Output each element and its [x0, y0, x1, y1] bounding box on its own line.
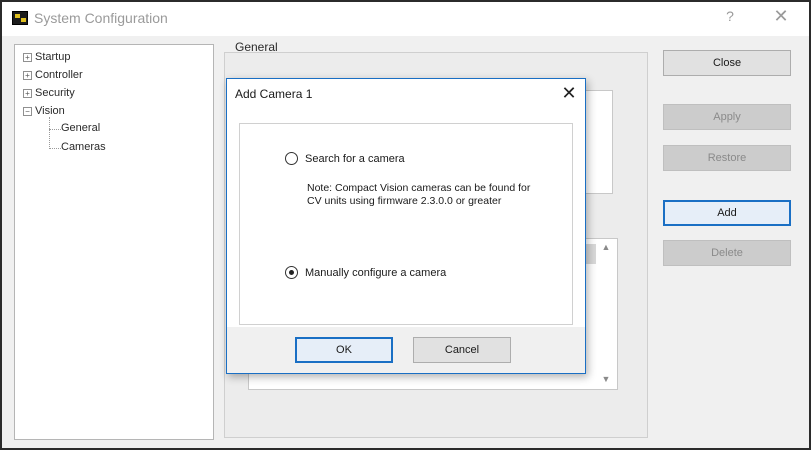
expand-icon[interactable]: +: [23, 53, 32, 62]
apply-button[interactable]: Apply: [663, 104, 791, 130]
group-label-general: General: [235, 40, 278, 54]
tree-connector: [49, 148, 61, 149]
tree-item-label: Cameras: [61, 141, 106, 153]
help-button[interactable]: ?: [720, 8, 740, 28]
tree-connector: [49, 117, 50, 149]
background-field: [583, 90, 613, 194]
tree-item-startup[interactable]: + Startup: [23, 51, 70, 63]
dialog-close-button[interactable]: ✕: [557, 81, 581, 105]
app-icon: [12, 11, 28, 25]
tree-item-controller[interactable]: + Controller: [23, 69, 83, 81]
settings-tree: + Startup + Controller + Security − Vision G…: [14, 44, 214, 440]
tree-connector: [49, 129, 61, 130]
tree-item-vision[interactable]: − Vision: [23, 105, 65, 117]
dialog-footer: [227, 327, 585, 373]
radio-search-camera[interactable]: Search for a camera: [285, 152, 405, 165]
window-close-button[interactable]: ✕: [770, 6, 792, 28]
ok-button[interactable]: OK: [295, 337, 393, 363]
radio-label: Search for a camera: [305, 152, 405, 165]
radio-manual-configure[interactable]: Manually configure a camera: [285, 266, 446, 279]
title-bar: System Configuration ? ✕: [2, 2, 809, 36]
expand-icon[interactable]: +: [23, 71, 32, 80]
tree-item-label: Security: [35, 87, 75, 99]
collapse-icon[interactable]: −: [23, 107, 32, 116]
close-button[interactable]: Close: [663, 50, 791, 76]
window-title: System Configuration: [34, 10, 168, 26]
tree-item-label: General: [61, 122, 101, 134]
firmware-note: Note: Compact Vision cameras can be foun…: [307, 182, 531, 207]
add-button[interactable]: Add: [663, 200, 791, 226]
delete-button[interactable]: Delete: [663, 240, 791, 266]
tree-item-general[interactable]: General: [61, 122, 100, 134]
add-camera-dialog: Add Camera 1 ✕ Search for a camera Note:…: [226, 78, 586, 374]
restore-button[interactable]: Restore: [663, 145, 791, 171]
scroll-down-icon[interactable]: ▼: [599, 374, 613, 386]
radio-label: Manually configure a camera: [305, 266, 447, 279]
system-configuration-window: System Configuration ? ✕ + Startup + Contr…: [0, 0, 811, 450]
cancel-button[interactable]: Cancel: [413, 337, 511, 363]
tree-item-label: Vision: [35, 105, 65, 117]
tree-item-label: Controller: [35, 69, 83, 81]
radio-button[interactable]: [285, 152, 298, 165]
tree-item-label: Startup: [35, 51, 71, 63]
tree-item-security[interactable]: + Security: [23, 87, 75, 99]
tree-item-cameras[interactable]: Cameras: [61, 141, 106, 153]
radio-button-selected[interactable]: [285, 266, 298, 279]
expand-icon[interactable]: +: [23, 89, 32, 98]
scroll-up-icon[interactable]: ▲: [599, 242, 613, 254]
dialog-title: Add Camera 1: [235, 87, 313, 101]
